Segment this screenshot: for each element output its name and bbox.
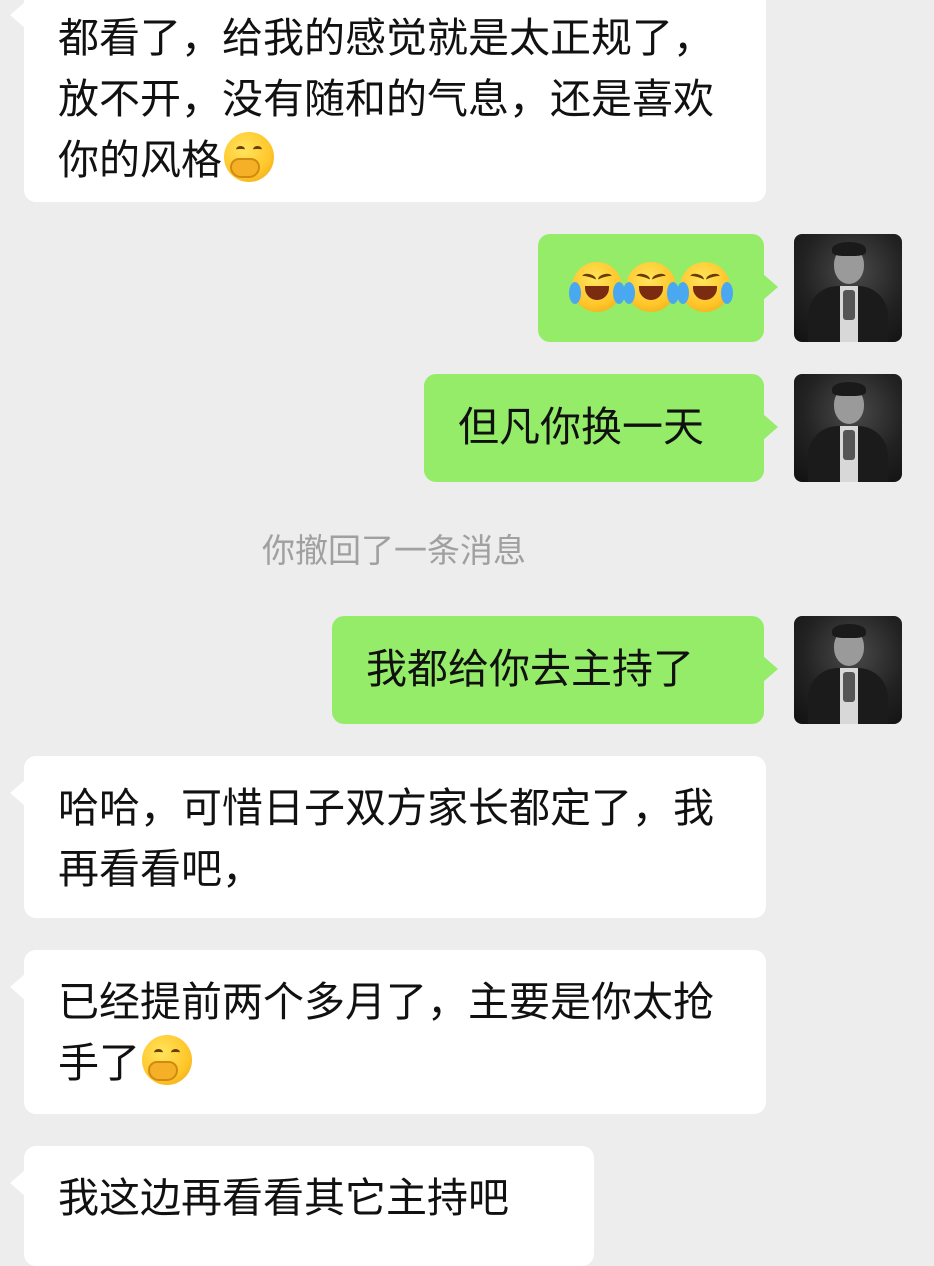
- message-bubble-incoming[interactable]: 我这边再看看其它主持吧: [10, 1146, 594, 1266]
- message-bubble-outgoing[interactable]: 我都给你去主持了: [332, 616, 778, 724]
- face-with-hand-over-mouth-icon: [224, 132, 274, 182]
- avatar[interactable]: [794, 234, 902, 342]
- message-bubble-incoming[interactable]: 已经提前两个多月了，主要是你太抢手了: [10, 950, 766, 1114]
- message-bubble-outgoing[interactable]: [538, 234, 778, 342]
- avatar[interactable]: [794, 374, 902, 482]
- rolling-laughing-icon: [623, 262, 679, 312]
- message-text: 我这边再看看其它主持吧: [58, 1174, 509, 1222]
- message-text: 都看了，给我的感觉就是太正规了，放不开，没有随和的气息，还是喜欢你的风格: [58, 14, 714, 184]
- recalled-message-notice: 你撤回了一条消息: [262, 531, 526, 570]
- face-with-hand-over-mouth-icon: [142, 1035, 192, 1085]
- rolling-laughing-icon: [677, 262, 733, 312]
- message-bubble-incoming[interactable]: 哈哈，可惜日子双方家长都定了，我再看看吧，: [10, 756, 766, 918]
- avatar[interactable]: [794, 616, 902, 724]
- message-text: 我都给你去主持了: [366, 645, 694, 693]
- message-text: 但凡你换一天: [458, 403, 704, 451]
- rolling-laughing-icon: [569, 262, 625, 312]
- message-bubble-outgoing[interactable]: 但凡你换一天: [424, 374, 778, 482]
- message-bubble-incoming[interactable]: 都看了，给我的感觉就是太正规了，放不开，没有随和的气息，还是喜欢你的风格: [10, 0, 766, 202]
- message-text: 哈哈，可惜日子双方家长都定了，我再看看吧，: [58, 784, 714, 893]
